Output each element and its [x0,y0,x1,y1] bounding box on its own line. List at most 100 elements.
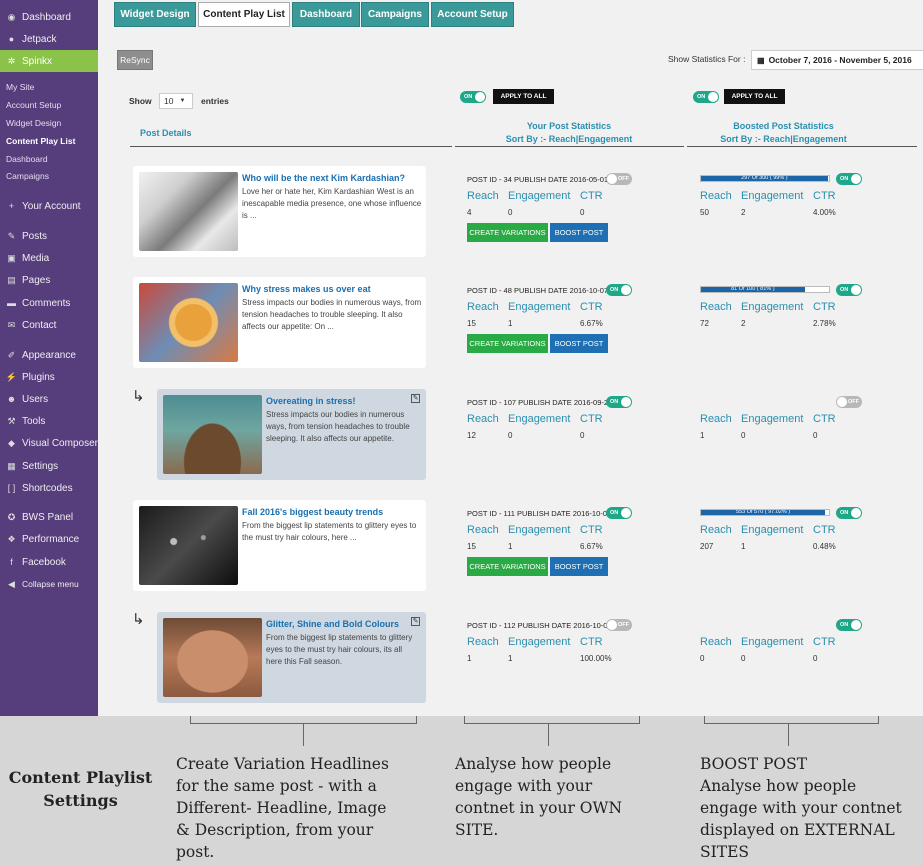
post-thumbnail[interactable] [139,172,238,251]
edit-icon[interactable]: ✎ [411,394,420,403]
boost-apply-toggle[interactable]: ON [693,91,719,103]
sidebar-item-spinkx[interactable]: ✲ Spinkx [0,50,98,72]
post-title[interactable]: Who will be the next Kim Kardashian? [242,173,405,183]
tab-account-setup[interactable]: Account Setup [431,2,514,27]
post-card[interactable]: Overeating in stress! Stress impacts our … [157,389,426,480]
ctr-label: CTR [580,190,603,202]
date-range-picker[interactable]: ▦ October 7, 2016 - November 5, 2016 [751,50,923,70]
post-title[interactable]: Overeating in stress! [266,396,356,406]
own-toggle[interactable]: ON [606,507,632,519]
boost-post-button[interactable]: BOOST POST [550,334,608,353]
sort-reach-link[interactable]: Reach [763,134,790,144]
sort-reach-link[interactable]: Reach [549,134,576,144]
submenu-content-play-list[interactable]: Content Play List [6,136,75,146]
sidebar-item-contact[interactable]: ✉ Contact [0,314,98,336]
sidebar-item-performance[interactable]: ❖ Performance [0,528,98,550]
sidebar-item-posts[interactable]: ✎ Posts [0,225,98,247]
own-toggle[interactable]: OFF [606,173,632,185]
boost-toggle[interactable]: ON [836,284,862,296]
boost-engagement-value: 2 [741,319,746,328]
annotation-own-site: Analyse how people engage with your cont… [455,755,623,839]
toggle-text: OFF [848,399,859,405]
entries-select[interactable]: 10 ▼ [159,93,193,109]
sidebar-item-settings[interactable]: ▦ Settings [0,455,98,477]
tab-dashboard[interactable]: Dashboard [292,2,360,27]
sidebar-item-comments[interactable]: ▬ Comments [0,292,98,314]
sidebar-item-media[interactable]: ▣ Media [0,247,98,269]
sort-engagement-link[interactable]: Engagement [578,134,632,144]
sidebar-item-appearance[interactable]: ✐ Appearance [0,344,98,366]
post-thumbnail[interactable] [163,395,262,474]
boost-ctr-value: 0 [813,654,818,663]
resync-button[interactable]: ReSync [117,50,153,70]
own-apply-to-all-button[interactable]: APPLY TO ALL [493,89,554,104]
sidebar-item-label: Plugins [22,371,55,383]
post-card[interactable]: Who will be the next Kim Kardashian? Love… [133,166,426,257]
submenu-my-site[interactable]: My Site [6,82,34,92]
tab-campaigns[interactable]: Campaigns [361,2,429,27]
submenu-account-setup[interactable]: Account Setup [6,100,61,110]
sort-label: Sort By :- [505,134,547,144]
post-description: From the biggest lip statements to glitt… [242,521,417,543]
own-engagement-value: 1 [508,319,513,328]
sort-engagement-link[interactable]: Engagement [793,134,847,144]
post-thumbnail[interactable] [163,618,262,697]
own-apply-toggle[interactable]: ON [460,91,486,103]
own-reach-value: 15 [467,319,476,328]
boost-toggle[interactable]: ON [836,173,862,185]
own-ctr-value: 100.00% [580,654,612,663]
boost-ctr-value: 0 [813,431,818,440]
sidebar-item-facebook[interactable]: f Facebook [0,551,98,573]
submenu-widget-design[interactable]: Widget Design [6,118,61,128]
boost-toggle[interactable]: OFF [836,396,862,408]
sidebar-item-tools[interactable]: ⚒ Tools [0,410,98,432]
post-thumbnail[interactable] [139,506,238,585]
sidebar-item-jetpack[interactable]: ● Jetpack [0,28,98,50]
ctr-label: CTR [813,301,836,313]
post-title[interactable]: Fall 2016's biggest beauty trends [242,507,383,517]
post-title[interactable]: Glitter, Shine and Bold Colours [266,619,399,629]
ctr-label: CTR [813,636,836,648]
edit-icon[interactable]: ✎ [411,617,420,626]
post-thumbnail[interactable] [139,283,238,362]
own-toggle[interactable]: ON [606,284,632,296]
sidebar-item-collapse-menu[interactable]: ◀ Collapse menu [0,573,98,595]
annotation-bracket-stem [548,724,549,746]
sidebar-item-label: BWS Panel [22,511,74,523]
submenu-campaigns[interactable]: Campaigns [6,171,49,181]
sidebar-item-users[interactable]: ☻ Users [0,388,98,410]
create-variations-button[interactable]: CREATE VARIATIONS [467,557,548,576]
boost-post-button[interactable]: BOOST POST [550,223,608,242]
post-card[interactable]: Fall 2016's biggest beauty trends From th… [133,500,426,591]
sidebar-item-dashboard[interactable]: ◉ Dashboard [0,6,98,28]
boost-toggle[interactable]: ON [836,619,862,631]
sidebar-item-pages[interactable]: ▤ Pages [0,269,98,291]
toggle-text: ON [610,510,619,516]
sidebar-item-plugins[interactable]: ⚡ Plugins [0,366,98,388]
sidebar-item-your-account[interactable]: + Your Account [0,195,98,217]
own-toggle[interactable]: ON [606,396,632,408]
post-meta: POST ID - 48 PUBLISH DATE 2016-10-07 [467,286,609,295]
plus-icon: + [8,201,15,211]
sidebar-item-shortcodes[interactable]: [ ] Shortcodes [0,477,98,499]
submenu-dashboard[interactable]: Dashboard [6,154,48,164]
sidebar-item-bws-panel[interactable]: ✪ BWS Panel [0,506,98,528]
tab-content-play-list[interactable]: Content Play List [198,2,290,27]
plug-icon: ⚡ [5,371,18,382]
boost-toggle[interactable]: ON [836,507,862,519]
create-variations-button[interactable]: CREATE VARIATIONS [467,223,548,242]
ctr-label: CTR [813,524,836,536]
sidebar-item-visual-composer[interactable]: ◆ Visual Composer [0,432,98,454]
tab-widget-design[interactable]: Widget Design [114,2,196,27]
create-variations-button[interactable]: CREATE VARIATIONS [467,334,548,353]
your-stats-sort: Sort By :- Reach|Engagement [455,134,683,144]
post-card[interactable]: Glitter, Shine and Bold Colours From the … [157,612,426,703]
post-title[interactable]: Why stress makes us over eat [242,284,371,294]
own-ctr-value: 0 [580,431,585,440]
post-card[interactable]: Why stress makes us over eat Stress impac… [133,277,426,368]
boost-apply-to-all-button[interactable]: APPLY TO ALL [724,89,785,104]
own-toggle[interactable]: OFF [606,619,632,631]
engagement-label: Engagement [508,190,571,202]
boost-post-button[interactable]: BOOST POST [550,557,608,576]
engagement-label: Engagement [741,636,804,648]
